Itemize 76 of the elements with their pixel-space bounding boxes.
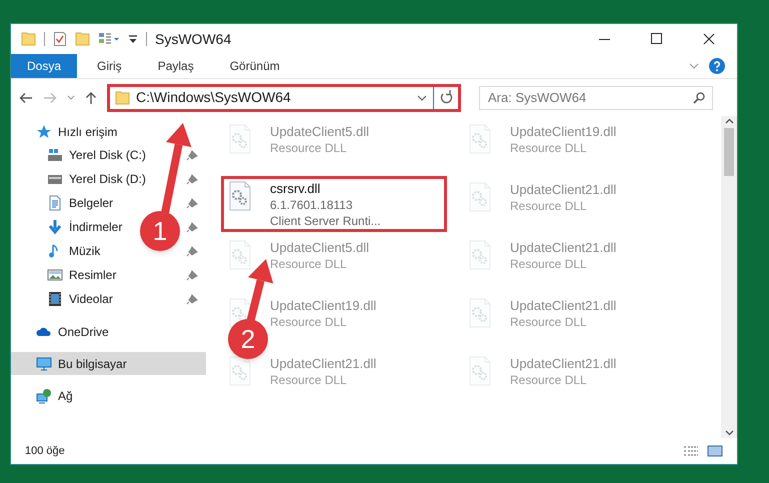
pin-icon[interactable]	[186, 269, 198, 281]
large-icons-view-icon[interactable]	[707, 445, 723, 457]
scrollbar-thumb[interactable]	[724, 128, 734, 176]
up-icon[interactable]	[85, 90, 97, 104]
sidebar-item-icon	[47, 267, 63, 283]
file-detail: Resource DLL	[510, 198, 588, 214]
help-icon[interactable]	[709, 58, 725, 74]
window-title: SysWOW64	[155, 30, 232, 49]
sidebar-item[interactable]: Belgeler	[47, 191, 114, 215]
folder-icon	[115, 90, 130, 106]
dll-file-icon	[468, 298, 492, 328]
sidebar-item-icon	[36, 124, 52, 140]
dll-file-icon	[468, 182, 492, 212]
sidebar-item-icon	[36, 388, 52, 404]
address-bar[interactable]: C:\Windows\SysWOW64	[107, 84, 461, 112]
file-detail: Resource DLL	[510, 314, 588, 330]
back-icon[interactable]	[19, 92, 33, 104]
file-detail: Resource DLL	[270, 314, 348, 330]
properties-icon[interactable]	[53, 31, 67, 47]
item-count: 100 öğe	[25, 444, 65, 459]
dll-file-icon	[228, 124, 252, 154]
file-detail: Resource DLL	[270, 140, 348, 156]
dll-file-icon	[468, 356, 492, 386]
pin-icon[interactable]	[186, 293, 198, 305]
file-detail: Resource DLL	[510, 372, 588, 388]
close-icon[interactable]	[703, 33, 715, 45]
scrollbar[interactable]	[721, 116, 737, 438]
recent-locations-icon[interactable]	[67, 94, 75, 100]
pin-icon[interactable]	[186, 221, 198, 233]
file-detail: Resource DLL	[510, 256, 588, 272]
ribbon-tab[interactable]: Dosya	[11, 54, 78, 78]
ribbon-tab[interactable]: Giriş	[81, 54, 138, 78]
dll-file-icon	[468, 124, 492, 154]
scroll-down-icon[interactable]	[724, 430, 734, 436]
file-detail: Resource DLL	[270, 256, 348, 272]
file-name: csrsrv.dll	[270, 181, 322, 197]
address-path: C:\Windows\SysWOW64	[136, 88, 292, 107]
details-view-icon[interactable]	[683, 445, 699, 457]
file-detail: 6.1.7601.18113	[270, 197, 354, 213]
pin-icon[interactable]	[186, 197, 198, 209]
sidebar-item[interactable]: Videolar	[47, 287, 113, 311]
maximize-icon[interactable]	[651, 33, 663, 45]
sidebar-item[interactable]: OneDrive	[11, 320, 206, 343]
search-icon[interactable]	[693, 92, 705, 104]
sidebar-item[interactable]: Müzik	[47, 239, 100, 263]
sidebar-item-icon	[47, 195, 63, 211]
sidebar-item[interactable]: Hızlı erişim	[11, 120, 206, 143]
dll-file-icon	[228, 181, 252, 211]
pin-icon[interactable]	[186, 245, 198, 257]
forward-icon	[43, 92, 57, 104]
dll-file-icon	[468, 240, 492, 270]
pin-icon[interactable]	[186, 149, 198, 161]
search-field[interactable]: Ara: SysWOW64	[479, 86, 713, 110]
sidebar-item[interactable]: Resimler	[47, 263, 116, 287]
file-detail: Resource DLL	[510, 140, 588, 156]
address-dropdown-icon[interactable]	[417, 94, 427, 100]
sidebar-item[interactable]: Yerel Disk (D:)	[47, 167, 146, 191]
ribbon-tab[interactable]: Paylaş	[142, 54, 210, 78]
sidebar-item-icon	[47, 219, 63, 235]
sidebar-item-icon	[47, 147, 63, 163]
sidebar-item[interactable]: Ağ	[11, 384, 206, 407]
file-detail: Resource DLL	[270, 372, 348, 388]
customize-toolbar-icon[interactable]	[128, 33, 138, 45]
file-item[interactable]: csrsrv.dll 6.1.7601.18113 Client Server Runti...	[221, 176, 447, 232]
ribbon-tab[interactable]: Görünüm	[214, 54, 296, 78]
pin-icon[interactable]	[186, 173, 198, 185]
scroll-up-icon[interactable]	[724, 118, 734, 124]
sidebar-item-icon	[36, 356, 52, 372]
sidebar-item[interactable]: Bu bilgisayar	[11, 352, 206, 375]
sidebar-item[interactable]: İndirmeler	[47, 215, 122, 239]
file-detail: Client Server Runti...	[270, 213, 381, 229]
sidebar-item[interactable]: Yerel Disk (C:)	[47, 143, 146, 167]
ribbon-expand-icon[interactable]	[689, 63, 699, 69]
dll-file-icon	[228, 240, 252, 270]
sidebar-item-icon	[47, 291, 63, 307]
dll-file-icon	[228, 356, 252, 386]
